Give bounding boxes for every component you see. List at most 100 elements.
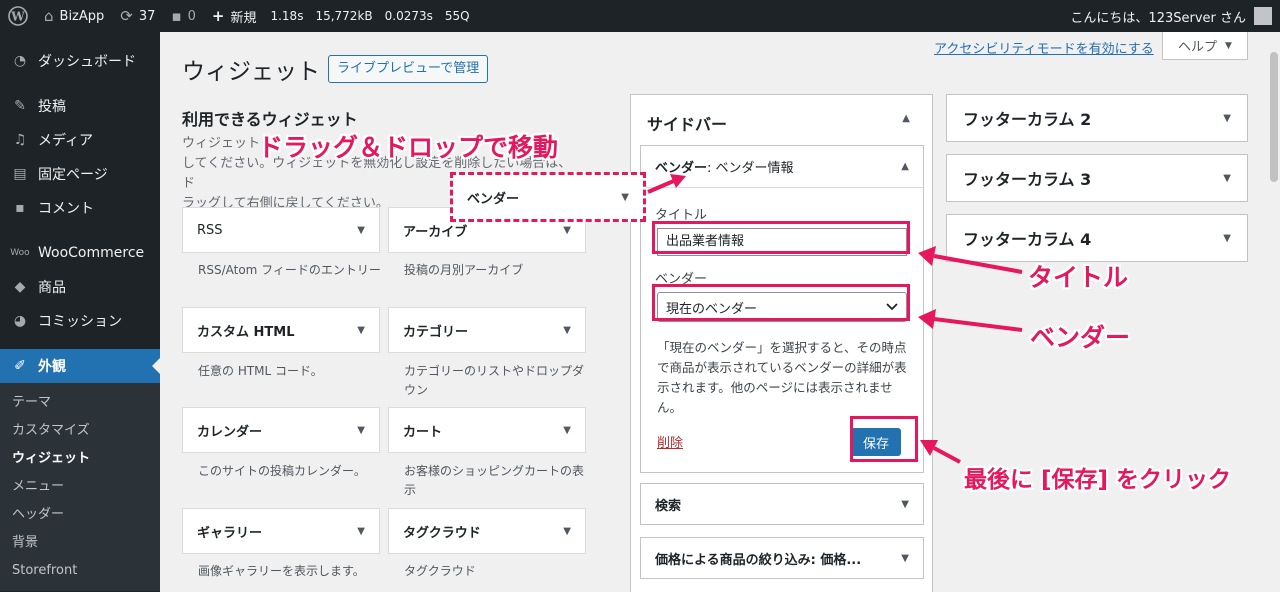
widget-gallery[interactable]: ギャラリー ▼: [182, 508, 380, 554]
brush-icon: ✐: [14, 358, 26, 374]
footer-column-3[interactable]: フッターカラム 3 ▼: [946, 154, 1248, 202]
menu-commission[interactable]: ◕ コミッション: [0, 304, 160, 338]
widget-rss[interactable]: RSS ▼: [182, 207, 380, 253]
caret-down-icon: ▼: [563, 224, 571, 236]
caret-down-icon: ▼: [357, 224, 365, 236]
footer-column-4[interactable]: フッターカラム 4 ▼: [946, 214, 1248, 262]
submenu-widgets[interactable]: ウィジェット: [0, 445, 160, 473]
available-widgets-title: 利用できるウィジェット: [182, 110, 358, 129]
caret-down-icon: ▼: [621, 191, 629, 203]
widget-cart[interactable]: カート ▼: [388, 407, 586, 453]
highlight-save-button: [850, 416, 918, 462]
caret-down-icon: ▼: [1225, 40, 1232, 51]
page-icon: ▤: [13, 166, 27, 182]
drag-drop-annotation: ドラッグ＆ドロップで移動: [258, 133, 559, 162]
caret-down-icon: ▼: [357, 525, 365, 537]
admin-bar: W ⌂ BizApp ⟳ 37 ▪ 0 + 新規 1.18s 15,772kB …: [0, 0, 1280, 32]
site-name-link[interactable]: ⌂ BizApp: [36, 0, 112, 32]
widget-price-filter[interactable]: 価格による商品の絞り込み: 価格... ▼: [640, 537, 924, 579]
widget-desc: 画像ギャラリーを表示します。: [198, 564, 365, 578]
save-annotation: 最後に [保存] をクリック: [964, 467, 1232, 493]
caret-down-icon: ▼: [563, 525, 571, 537]
home-icon: ⌂: [44, 7, 54, 25]
media-icon: ♫: [13, 132, 27, 148]
admin-menu: ◔ ダッシュボード ✎ 投稿 ♫ メディア ▤ 固定ページ ▪ コメント Woo WooCo…: [0, 32, 160, 592]
widget-desc: お客様のショッピングカートの表示: [404, 464, 585, 497]
scrollbar-thumb[interactable]: [1270, 52, 1278, 182]
caret-up-icon[interactable]: ▲: [902, 113, 910, 124]
widget-desc: 投稿の月別アーカイブ: [404, 263, 524, 277]
stat-query-time: 0.0273s: [384, 9, 433, 23]
stat-memory: 15,772kB: [315, 9, 373, 23]
widget-search[interactable]: 検索 ▼: [640, 483, 924, 525]
avatar: [1254, 7, 1272, 25]
svg-text:W: W: [10, 10, 25, 24]
new-content-link[interactable]: + 新規: [204, 0, 265, 32]
submenu-menus[interactable]: メニュー: [0, 473, 160, 501]
accessibility-mode-link[interactable]: アクセシビリティモードを有効にする: [934, 38, 1154, 57]
submenu-header[interactable]: ヘッダー: [0, 501, 160, 529]
comment-bubble-icon: ▪: [171, 7, 182, 25]
menu-posts[interactable]: ✎ 投稿: [0, 89, 160, 123]
menu-pages[interactable]: ▤ 固定ページ: [0, 157, 160, 191]
menu-dashboard[interactable]: ◔ ダッシュボード: [0, 44, 160, 78]
dashboard-icon: ◔: [13, 53, 27, 69]
stat-queries: 55Q: [444, 9, 470, 23]
menu-comments[interactable]: ▪ コメント: [0, 191, 160, 225]
submenu-customize[interactable]: カスタマイズ: [0, 417, 160, 445]
submenu-themes[interactable]: テーマ: [0, 389, 160, 417]
widget-desc: 任意の HTML コード。: [198, 364, 323, 378]
caret-down-icon: ▼: [563, 424, 571, 436]
widget-desc: このサイトの投稿カレンダー。: [198, 464, 366, 478]
vendor-help-text: 「現在のベンダー」を選択すると、その時点で商品が表示されているベンダーの詳細が表…: [657, 340, 907, 415]
appearance-submenu: テーマ カスタマイズ ウィジェット メニュー ヘッダー 背景 Storefron…: [0, 383, 160, 591]
title-annotation: タイトル: [1028, 263, 1129, 292]
caret-down-icon: ▼: [901, 552, 909, 564]
woocommerce-icon: Woo: [10, 248, 30, 258]
updates-link[interactable]: ⟳ 37: [112, 0, 163, 32]
comment-icon: ▪: [15, 200, 25, 216]
widget-tag-cloud[interactable]: タグクラウド ▼: [388, 508, 586, 554]
dragged-vendor-widget[interactable]: ベンダー ▼: [450, 172, 646, 222]
page-scrollbar[interactable]: [1268, 32, 1280, 592]
caret-down-icon: ▼: [901, 498, 909, 510]
widget-calendar[interactable]: カレンダー ▼: [182, 407, 380, 453]
account-menu[interactable]: こんにちは、123Server さん: [1062, 0, 1280, 32]
vendor-widget-header[interactable]: ベンダー: ベンダー情報 ▲: [641, 146, 923, 188]
menu-woocommerce[interactable]: Woo WooCommerce: [0, 236, 160, 270]
submenu-storefront[interactable]: Storefront: [0, 557, 160, 585]
highlight-vendor-select: [652, 284, 910, 321]
menu-products[interactable]: ◆ 商品: [0, 270, 160, 304]
pie-icon: ◕: [13, 313, 27, 329]
caret-down-icon: ▼: [357, 324, 365, 336]
widget-desc: RSS/Atom フィードのエントリー: [198, 263, 381, 277]
menu-appearance[interactable]: ✐ 外観: [0, 349, 160, 383]
caret-down-icon: ▼: [563, 324, 571, 336]
caret-down-icon: ▼: [1223, 232, 1231, 244]
caret-up-icon: ▲: [901, 161, 909, 172]
page-title: ウィジェット: [182, 59, 320, 85]
widget-desc: タグクラウド: [404, 564, 476, 578]
plus-icon: +: [211, 7, 225, 25]
widget-categories[interactable]: カテゴリー ▼: [388, 307, 586, 353]
help-button[interactable]: ヘルプ ▼: [1162, 32, 1248, 60]
sidebar-area-title[interactable]: サイドバー: [647, 111, 727, 135]
live-preview-button[interactable]: ライブプレビューで管理: [328, 55, 489, 83]
submenu-background[interactable]: 背景: [0, 529, 160, 557]
footer-column-2[interactable]: フッターカラム 2 ▼: [946, 94, 1248, 142]
caret-down-icon: ▼: [357, 424, 365, 436]
pin-icon: ✎: [14, 98, 26, 114]
sidebar-widget-area: サイドバー ▲ ベンダー: ベンダー情報 ▲ タイトル 出品業者情報 ベンダー …: [630, 94, 933, 592]
vendor-annotation: ベンダー: [1030, 323, 1131, 352]
box-icon: ◆: [14, 279, 26, 295]
menu-media[interactable]: ♫ メディア: [0, 123, 160, 157]
delete-link[interactable]: 削除: [657, 432, 683, 451]
highlight-title-input: [652, 221, 910, 254]
stat-time: 1.18s: [270, 9, 304, 23]
comments-link[interactable]: ▪ 0: [163, 0, 203, 32]
wordpress-logo-icon[interactable]: W: [0, 0, 36, 32]
caret-down-icon: ▼: [1223, 172, 1231, 184]
caret-down-icon: ▼: [1223, 112, 1231, 124]
refresh-icon: ⟳: [120, 7, 133, 25]
widget-custom-html[interactable]: カスタム HTML ▼: [182, 307, 380, 353]
